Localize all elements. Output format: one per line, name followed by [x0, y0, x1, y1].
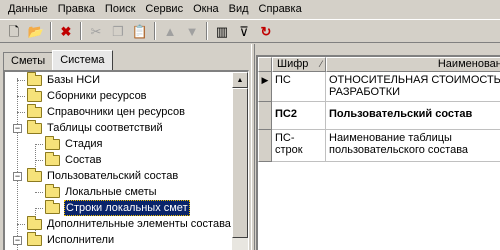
- grid-header: Шифр ⁄ Наименование: [258, 57, 500, 72]
- move-down-icon[interactable]: ▼: [181, 21, 203, 41]
- new-document-icon[interactable]: 🗋: [3, 21, 25, 41]
- tree-item-label: Справочники цен ресурсов: [47, 106, 185, 118]
- cell-code[interactable]: ПС-строк: [272, 130, 326, 162]
- menu-service[interactable]: Сервис: [140, 1, 188, 17]
- folder-icon: [27, 103, 42, 118]
- tree-item-label: Дополнительные элементы состава: [47, 218, 231, 230]
- column-header-code[interactable]: Шифр ⁄: [272, 57, 326, 72]
- column-header-label: Шифр: [277, 58, 309, 70]
- tree-item-user-composition[interactable]: Пользовательский состав: [17, 167, 179, 184]
- row-indicator: [258, 102, 272, 130]
- cell-name[interactable]: Наименование таблицы пользовательского с…: [326, 130, 500, 162]
- filter-icon[interactable]: ⊽: [233, 21, 255, 41]
- tab-estimates[interactable]: Сметы: [3, 52, 54, 70]
- left-panel: Сметы Система Базы НСИ Сборники ресурсов…: [0, 44, 251, 250]
- folder-icon: [27, 87, 42, 102]
- tab-system[interactable]: Система: [52, 50, 113, 70]
- folder-icon: [45, 183, 60, 198]
- tree-item-mapping-tables[interactable]: Таблицы соответствий: [17, 119, 164, 136]
- column-header-label: Наименование: [437, 58, 500, 70]
- toolbar-separator: [80, 22, 82, 40]
- folder-icon: [45, 151, 60, 166]
- tree-item-stage[interactable]: Стадия: [35, 135, 104, 152]
- toolbar-separator: [50, 22, 52, 40]
- tree-item-label: Пользовательский состав: [47, 170, 179, 182]
- panel-splitter[interactable]: [251, 44, 255, 250]
- tree-item-label: Состав: [65, 154, 102, 166]
- table-row[interactable]: ПС2 Пользовательский состав: [258, 102, 500, 130]
- current-row-icon: ▶: [258, 72, 272, 102]
- tree-item-resource-collections[interactable]: Сборники ресурсов: [17, 87, 148, 104]
- folder-icon: [45, 135, 60, 150]
- refresh-icon[interactable]: ↻: [255, 21, 277, 41]
- move-up-icon[interactable]: ▲: [159, 21, 181, 41]
- sort-icon: ⁄: [320, 59, 322, 69]
- tree-item-local-estimates[interactable]: Локальные сметы: [35, 183, 158, 200]
- toolbar-separator: [206, 22, 208, 40]
- tree-view: Базы НСИ Сборники ресурсов Справочники ц…: [3, 70, 249, 250]
- cell-code[interactable]: ПС2: [272, 102, 326, 130]
- paste-icon[interactable]: 📋: [129, 21, 151, 41]
- tree-item-composition[interactable]: Состав: [35, 151, 102, 168]
- column-header-name[interactable]: Наименование: [326, 57, 500, 72]
- menu-edit[interactable]: Правка: [53, 1, 100, 17]
- tab-bar: Сметы Система: [3, 50, 113, 70]
- menu-search[interactable]: Поиск: [100, 1, 140, 17]
- tree-item-local-estimate-rows[interactable]: Строки локальных смет: [35, 199, 190, 216]
- table-row[interactable]: ПС-строк Наименование таблицы пользовате…: [258, 130, 500, 162]
- tree-scrollbar[interactable]: ▲: [232, 72, 248, 250]
- tree-item-label: Исполнители: [47, 234, 115, 246]
- copy-icon[interactable]: ❐: [107, 21, 129, 41]
- tree-item-resource-price-refs[interactable]: Справочники цен ресурсов: [17, 103, 186, 120]
- cell-name[interactable]: Пользовательский состав: [326, 102, 500, 130]
- open-folder-icon[interactable]: 📂: [25, 21, 47, 41]
- folder-icon: [27, 119, 42, 134]
- scroll-thumb[interactable]: [232, 88, 248, 238]
- scroll-up-icon[interactable]: ▲: [232, 72, 248, 88]
- tree-item-label: Строки локальных смет: [64, 200, 190, 216]
- collapse-icon[interactable]: −: [13, 124, 22, 133]
- data-grid: Шифр ⁄ Наименование ▶ ПС ОТНОСИТЕЛЬНАЯ С…: [256, 55, 500, 250]
- delete-icon[interactable]: ✖: [55, 21, 77, 41]
- tree-item-label: Базы НСИ: [47, 74, 101, 86]
- row-indicator: [258, 130, 272, 162]
- menu-data[interactable]: Данные: [3, 1, 53, 17]
- menu-windows[interactable]: Окна: [188, 1, 224, 17]
- toolbar: 🗋 📂 ✖ ✂ ❐ 📋 ▲ ▼ ▥ ⊽ ↻: [0, 19, 500, 43]
- cut-icon[interactable]: ✂: [85, 21, 107, 41]
- columns-icon[interactable]: ▥: [211, 21, 233, 41]
- folder-icon: [27, 231, 42, 246]
- table-row[interactable]: ▶ ПС ОТНОСИТЕЛЬНАЯ СТОИМОСТЬ РАЗРАБОТКИ: [258, 72, 500, 102]
- tree-item-additional-elements[interactable]: Дополнительные элементы состава: [17, 215, 232, 232]
- menu-help[interactable]: Справка: [254, 1, 307, 17]
- menu-bar: Данные Правка Поиск Сервис Окна Вид Спра…: [0, 0, 500, 18]
- cell-name[interactable]: ОТНОСИТЕЛЬНАЯ СТОИМОСТЬ РАЗРАБОТКИ: [326, 72, 500, 102]
- tree-item-label: Сборники ресурсов: [47, 90, 147, 102]
- folder-icon: [27, 72, 42, 86]
- collapse-icon[interactable]: −: [13, 172, 22, 181]
- cell-code[interactable]: ПС: [272, 72, 326, 102]
- tree-item-nsi-bases[interactable]: Базы НСИ: [17, 72, 101, 88]
- collapse-icon[interactable]: −: [13, 236, 22, 245]
- tree-item-label: Таблицы соответствий: [47, 122, 163, 134]
- toolbar-separator: [154, 22, 156, 40]
- tree-item-label: Локальные сметы: [65, 186, 157, 198]
- folder-icon: [27, 167, 42, 182]
- tree-item-performers[interactable]: Исполнители: [17, 231, 115, 248]
- tree-item-label: Стадия: [65, 138, 103, 150]
- folder-icon: [27, 215, 42, 230]
- menu-view[interactable]: Вид: [224, 1, 254, 17]
- header-indicator: [258, 57, 272, 72]
- folder-open-icon: [45, 199, 60, 214]
